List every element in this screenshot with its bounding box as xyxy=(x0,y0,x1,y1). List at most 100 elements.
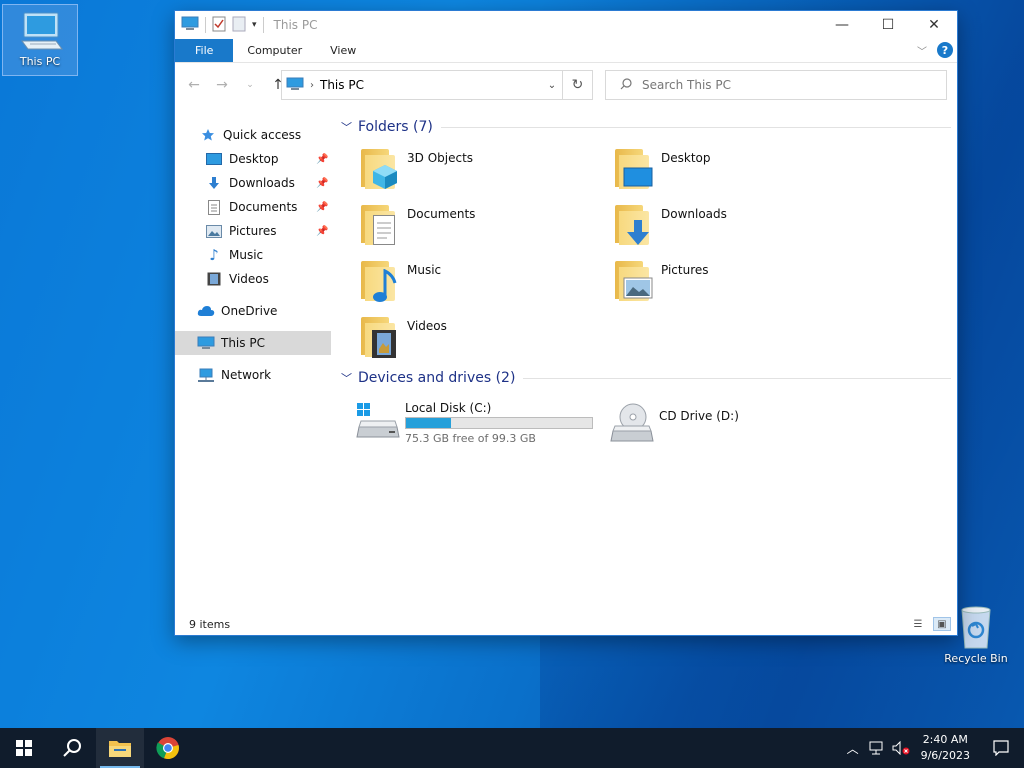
back-button[interactable]: ← xyxy=(183,74,205,96)
folder-documents[interactable]: Documents xyxy=(357,201,597,253)
expand-ribbon-icon[interactable]: ﹀ xyxy=(917,43,927,58)
file-explorer-taskbar-button[interactable] xyxy=(96,728,144,768)
desktop-icon-label: Recycle Bin xyxy=(944,652,1008,665)
taskbar: ︿ 2:40 AM 9/6/2023 xyxy=(0,728,1024,768)
folder-label: Pictures xyxy=(661,263,709,277)
show-hidden-icons-chevron-up-icon[interactable]: ︿ xyxy=(841,728,865,768)
drives-group-header[interactable]: ﹀ Devices and drives (2) xyxy=(341,370,951,386)
help-button[interactable]: ? xyxy=(937,42,953,58)
volume-muted-icon[interactable] xyxy=(889,728,913,768)
forward-button[interactable]: → xyxy=(211,74,233,96)
folder-3d-objects-icon xyxy=(357,145,403,193)
drive-local-disk-c[interactable]: Local Disk (C:) 75.3 GB free of 99.3 GB xyxy=(355,401,593,445)
address-bar[interactable]: › This PC ⌄ xyxy=(281,70,563,100)
close-button[interactable]: ✕ xyxy=(911,11,957,39)
sidebar-item-documents[interactable]: Documents 📌 xyxy=(175,195,331,219)
clock[interactable]: 2:40 AM 9/6/2023 xyxy=(913,732,978,764)
network-icon xyxy=(197,367,215,383)
minimize-button[interactable]: — xyxy=(819,11,865,39)
folder-music[interactable]: Music xyxy=(357,257,597,309)
folder-music-icon xyxy=(357,257,403,305)
star-icon xyxy=(199,127,217,143)
search-placeholder: Search This PC xyxy=(642,78,731,92)
folder-pictures[interactable]: Pictures xyxy=(611,257,851,309)
folders-group-header[interactable]: ﹀ Folders (7) xyxy=(341,119,951,135)
sidebar-item-label: Downloads xyxy=(229,176,295,190)
folder-label: Documents xyxy=(407,207,476,221)
new-folder-icon[interactable] xyxy=(232,16,246,35)
sidebar-item-pictures[interactable]: Pictures 📌 xyxy=(175,219,331,243)
folder-3d-objects[interactable]: 3D Objects xyxy=(357,145,597,197)
sidebar-item-music[interactable]: ♪ Music xyxy=(175,243,331,267)
tab-computer[interactable]: Computer xyxy=(233,39,316,62)
system-tray: ︿ 2:40 AM 9/6/2023 xyxy=(841,728,1024,768)
sidebar-item-downloads[interactable]: Downloads 📌 xyxy=(175,171,331,195)
chevron-down-icon: ﹀ xyxy=(341,121,352,134)
sidebar-item-network[interactable]: Network xyxy=(175,363,331,387)
pin-icon[interactable]: 📌 xyxy=(316,178,328,189)
chrome-taskbar-button[interactable] xyxy=(144,728,192,768)
computer-icon xyxy=(21,12,63,50)
tab-view[interactable]: View xyxy=(316,39,370,62)
properties-icon[interactable] xyxy=(212,16,226,35)
title-bar[interactable]: ▾ This PC — ☐ ✕ xyxy=(175,11,957,39)
pictures-icon xyxy=(205,223,223,239)
drive-cd-d[interactable]: CD Drive (D:) xyxy=(609,401,739,448)
file-explorer-window: ▾ This PC — ☐ ✕ File Computer View ﹀ ? ←… xyxy=(174,10,958,636)
download-icon xyxy=(205,175,223,191)
sidebar-item-quick-access[interactable]: Quick access xyxy=(175,123,331,147)
sidebar-item-label: Desktop xyxy=(229,152,279,166)
start-button[interactable] xyxy=(0,728,48,768)
pin-icon[interactable]: 📌 xyxy=(316,226,328,237)
divider xyxy=(205,17,206,33)
action-center-button[interactable] xyxy=(978,728,1024,768)
chevron-down-icon: ﹀ xyxy=(341,372,352,385)
ribbon-right: ﹀ ? xyxy=(917,42,953,58)
chevron-down-icon[interactable]: ⌄ xyxy=(542,80,562,91)
folder-downloads[interactable]: Downloads xyxy=(611,201,851,253)
maximize-button[interactable]: ☐ xyxy=(865,11,911,39)
desktop-icon-this-pc[interactable]: This PC xyxy=(2,4,78,76)
drive-name: CD Drive (D:) xyxy=(659,409,739,423)
drive-free-space: 75.3 GB free of 99.3 GB xyxy=(405,432,536,445)
pin-icon[interactable]: 📌 xyxy=(316,202,328,213)
sidebar-item-label: Pictures xyxy=(229,224,277,238)
sidebar-item-label: This PC xyxy=(221,336,265,350)
large-icons-view-icon[interactable]: ▣ xyxy=(933,617,951,631)
folder-label: Videos xyxy=(407,319,447,333)
sidebar-item-desktop[interactable]: Desktop 📌 xyxy=(175,147,331,171)
folder-downloads-icon xyxy=(611,201,657,249)
customize-qat-icon[interactable]: ▾ xyxy=(252,20,257,30)
details-view-icon[interactable]: ☰ xyxy=(909,617,927,631)
desktop-icon-label: This PC xyxy=(19,55,61,68)
navigation-pane: Quick access Desktop 📌 Downloads 📌 Docum… xyxy=(175,115,331,605)
folder-label: Desktop xyxy=(661,151,711,165)
network-icon[interactable] xyxy=(865,728,889,768)
drive-usage-fill xyxy=(406,418,451,428)
recent-locations-button[interactable]: ⌄ xyxy=(239,74,261,96)
window-controls: — ☐ ✕ xyxy=(819,11,957,39)
sidebar-item-videos[interactable]: Videos xyxy=(175,267,331,291)
sidebar-item-label: OneDrive xyxy=(221,304,278,318)
drive-name: Local Disk (C:) xyxy=(405,401,492,415)
folder-desktop-icon xyxy=(611,145,657,193)
breadcrumb-this-pc[interactable]: This PC xyxy=(320,78,364,92)
sidebar-item-onedrive[interactable]: OneDrive xyxy=(175,299,331,323)
document-icon xyxy=(205,199,223,215)
pin-icon[interactable]: 📌 xyxy=(316,154,328,165)
sidebar-item-this-pc[interactable]: This PC xyxy=(175,331,331,355)
drive-usage-bar xyxy=(405,417,593,429)
clock-date: 9/6/2023 xyxy=(920,749,970,762)
folder-videos[interactable]: Videos xyxy=(357,313,597,365)
search-button[interactable] xyxy=(48,728,96,768)
tab-file[interactable]: File xyxy=(175,39,234,62)
folder-desktop[interactable]: Desktop xyxy=(611,145,851,197)
refresh-button[interactable]: ↻ xyxy=(563,70,593,100)
chevron-right-icon[interactable]: › xyxy=(310,80,314,91)
sidebar-item-label: Network xyxy=(221,368,272,382)
search-icon xyxy=(620,77,632,93)
search-input[interactable]: Search This PC xyxy=(605,70,947,100)
clock-time: 2:40 AM xyxy=(922,733,968,746)
quick-access-toolbar: ▾ xyxy=(181,16,264,35)
computer-icon xyxy=(181,16,199,35)
